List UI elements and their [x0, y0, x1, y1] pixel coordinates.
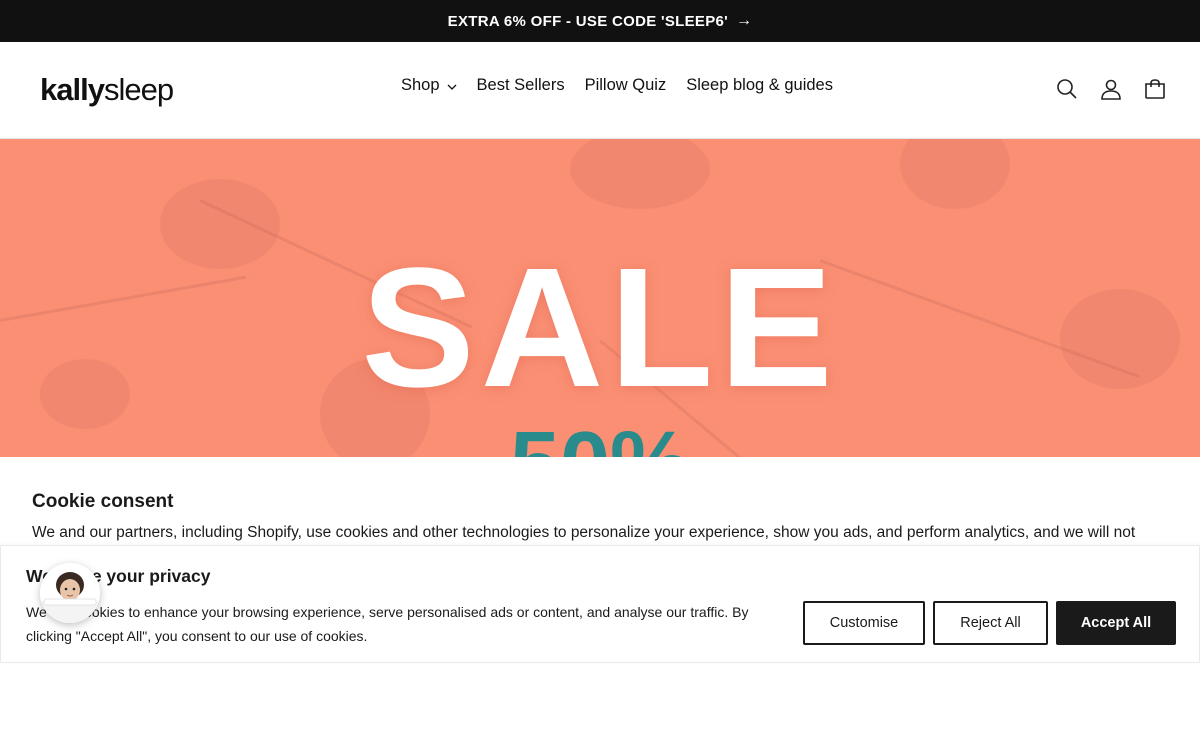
announcement-bar[interactable]: EXTRA 6% OFF - USE CODE 'SLEEP6' →	[0, 0, 1200, 42]
logo-light-text: sleep	[103, 72, 174, 107]
hero-subtitle: 50%	[0, 419, 1200, 457]
nav-item-sleep-blog[interactable]: Sleep blog & guides	[686, 76, 833, 95]
chat-avatar[interactable]	[40, 563, 100, 623]
accept-all-button[interactable]: Accept All	[1056, 601, 1176, 645]
privacy-banner-text: We use cookies to enhance your browsing …	[26, 604, 749, 644]
nav-item-label: Best Sellers	[476, 76, 565, 94]
hero-banner[interactable]: SALE 50%	[0, 139, 1200, 457]
header-icons	[1056, 78, 1166, 100]
logo-bold-text: kally	[40, 72, 105, 107]
cookie-consent-title: Cookie consent	[32, 491, 174, 512]
nav-item-shop[interactable]: Shop	[401, 76, 457, 95]
cookie-consent-text: We and our partners, including Shopify, …	[32, 524, 1136, 541]
chevron-down-icon	[447, 82, 457, 93]
reject-all-button[interactable]: Reject All	[933, 601, 1048, 645]
nav-item-label: Sleep blog & guides	[686, 76, 833, 94]
arrow-right-icon: →	[736, 12, 753, 29]
decorative-flower	[900, 139, 1010, 209]
nav-item-label: Shop	[401, 76, 440, 94]
site-header: kallysleep Shop Best Sellers Pillow Quiz…	[0, 42, 1200, 139]
hero-title: SALE	[361, 233, 839, 423]
logo[interactable]: kallysleep	[40, 70, 174, 110]
account-icon[interactable]	[1100, 78, 1122, 100]
customise-button[interactable]: Customise	[803, 601, 925, 645]
announcement-text: EXTRA 6% OFF - USE CODE 'SLEEP6'	[447, 12, 729, 30]
cart-icon[interactable]	[1144, 78, 1166, 100]
decorative-flower	[570, 139, 710, 209]
nav-item-pillow-quiz[interactable]: Pillow Quiz	[585, 76, 667, 95]
person-avatar-icon	[40, 563, 100, 623]
nav-item-best-sellers[interactable]: Best Sellers	[477, 76, 565, 95]
main-nav: Shop Best Sellers Pillow Quiz Sleep blog…	[401, 76, 833, 95]
nav-item-label: Pillow Quiz	[584, 76, 667, 94]
privacy-banner: We value your privacy We use cookies to …	[0, 545, 1200, 663]
search-icon[interactable]	[1056, 78, 1078, 100]
